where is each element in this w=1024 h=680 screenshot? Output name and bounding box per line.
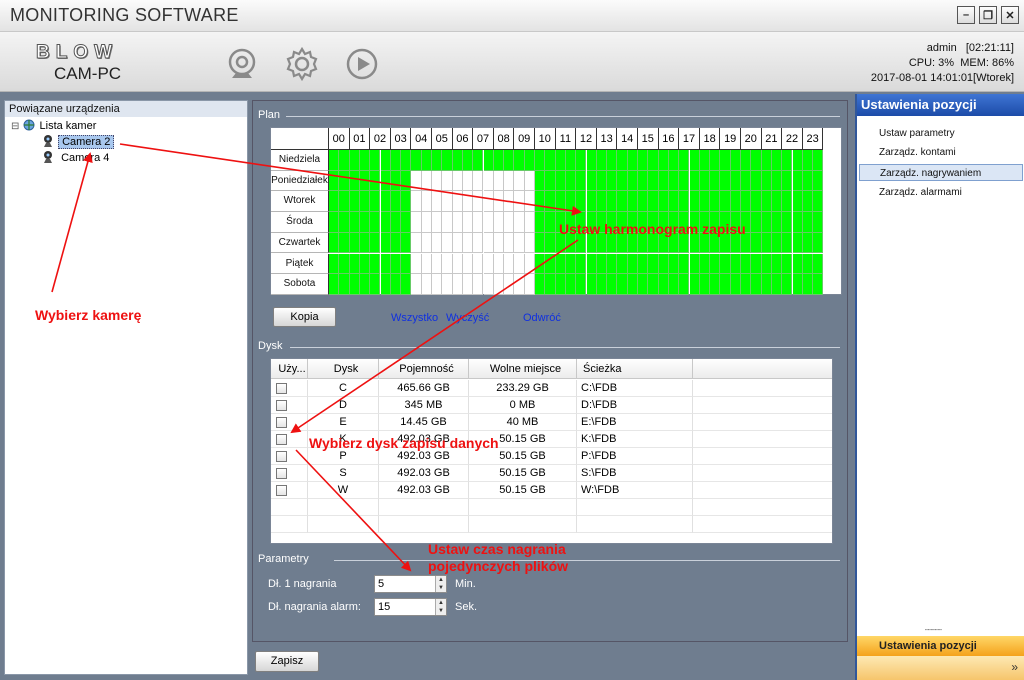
- annotation-set-schedule: Ustaw harmonogram zapisu: [559, 221, 746, 237]
- arrow-to-params: [295, 449, 412, 572]
- arrow-to-schedule: [119, 143, 582, 216]
- annotation-set-time-line1: Ustaw czas nagrania: [428, 541, 566, 557]
- annotation-set-time-line2: pojedynczych plików: [428, 558, 569, 574]
- annotation-select-disk: Wybierz dysk zapisu danych: [309, 435, 499, 451]
- arrow-to-disk: [290, 239, 579, 434]
- annotation-arrows: [51, 143, 582, 572]
- annotation-select-camera: Wybierz kamerę: [35, 307, 142, 323]
- arrow-to-camera: [51, 152, 93, 293]
